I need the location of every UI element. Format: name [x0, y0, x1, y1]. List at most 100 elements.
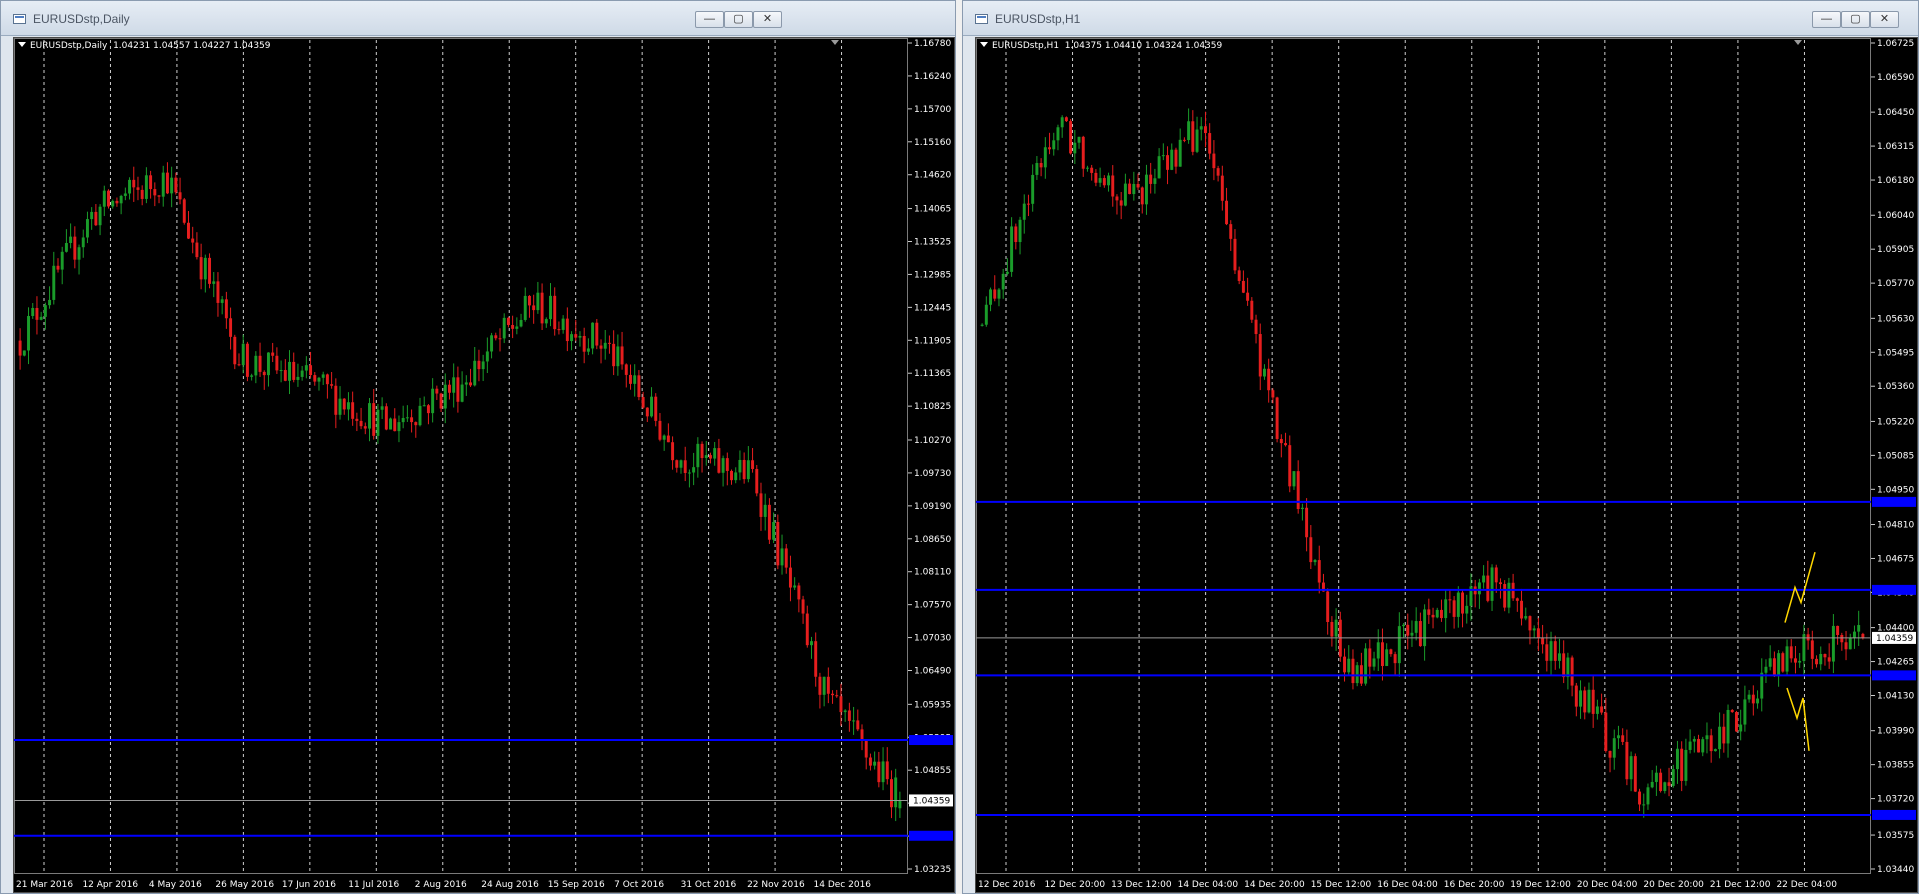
current-price-label: 1.04359: [913, 796, 950, 806]
candle-body: [536, 292, 540, 311]
candle-body: [1035, 163, 1039, 175]
price-axis-label: 1.04810: [1877, 521, 1914, 531]
close-button[interactable]: ✕: [1870, 11, 1899, 28]
price-chart[interactable]: 12 Dec 2016 12 Dec 20:00 13 Dec 12:00 14 De…: [975, 37, 1918, 893]
level-price-tag: [1872, 670, 1916, 681]
price-axis-label: 1.12985: [914, 270, 951, 280]
maximize-button[interactable]: ▢: [1841, 11, 1870, 28]
price-axis-label: 1.03440: [1877, 865, 1914, 875]
time-axis-label: 20 Dec 04:00: [1577, 880, 1638, 890]
candle-body: [342, 398, 346, 410]
candle-body: [43, 305, 47, 317]
price-chart[interactable]: 21 Mar 2016 12 Apr 2016 4 May 2016 26 May 2…: [13, 37, 955, 893]
candle-body: [780, 548, 784, 566]
candle-body: [60, 251, 64, 270]
candle-body: [1085, 167, 1089, 169]
candle-body: [1031, 174, 1035, 204]
candle-body: [1494, 567, 1498, 583]
price-axis-label: 1.14065: [914, 205, 951, 215]
candle-body: [898, 800, 902, 809]
price-axis-label: 1.03235: [914, 865, 951, 875]
candle-body: [405, 417, 409, 419]
candle-body: [351, 402, 355, 419]
candle-body: [153, 189, 157, 196]
candle-body: [511, 325, 515, 329]
candle-body: [1317, 560, 1321, 583]
candle-body: [208, 257, 212, 284]
candle-body: [317, 377, 321, 382]
candle-body: [52, 265, 56, 300]
chart-menu-triangle-icon[interactable]: [980, 42, 988, 47]
candle-body: [1347, 658, 1351, 673]
candle-body: [989, 289, 993, 305]
candle-body: [1549, 641, 1553, 661]
title-bar[interactable]: EURUSDstp,Daily — ▢ ✕: [1, 1, 955, 36]
candle-body: [1098, 178, 1102, 183]
candle-body: [1043, 147, 1047, 168]
minimize-button[interactable]: —: [695, 11, 724, 28]
minimize-button[interactable]: —: [1812, 11, 1841, 28]
candle-body: [178, 192, 182, 200]
time-axis-label: 15 Dec 12:00: [1311, 880, 1372, 890]
candle-body: [1612, 738, 1616, 758]
chart-menu-triangle-icon[interactable]: [18, 42, 26, 47]
close-button[interactable]: ✕: [753, 11, 782, 28]
title-bar[interactable]: EURUSDstp,H1 — ▢ ✕: [963, 1, 1918, 36]
candle-body: [658, 420, 662, 440]
candle-body: [1461, 592, 1465, 614]
candle-body: [452, 377, 456, 393]
candle-body: [321, 374, 325, 378]
time-axis-label: 15 Sep 2016: [548, 880, 605, 890]
price-axis-label: 1.05905: [1877, 245, 1914, 255]
level-price-tag: [909, 735, 953, 746]
candle-body: [1566, 657, 1570, 678]
candle-body: [1680, 748, 1684, 781]
candle-body: [814, 641, 818, 677]
candlestick-chart: 21 Mar 2016 12 Apr 2016 4 May 2016 26 May 2…: [14, 38, 953, 890]
candle-body: [1718, 726, 1722, 750]
candle-body: [671, 442, 675, 461]
candle-body: [1444, 599, 1448, 619]
time-axis-label: 13 Dec 12:00: [1111, 880, 1172, 890]
candle-body: [64, 243, 68, 252]
candle-body: [372, 403, 376, 436]
candle-body: [490, 335, 494, 352]
price-axis-label: 1.03720: [1877, 795, 1914, 805]
candle-body: [35, 307, 39, 320]
time-axis-label: 26 May 2016: [215, 880, 274, 890]
candle-body: [1730, 709, 1734, 713]
candle-body: [679, 460, 683, 468]
candle-body: [250, 375, 254, 377]
candle-body: [725, 458, 729, 471]
candle-body: [586, 348, 590, 352]
candle-body: [1393, 654, 1397, 664]
chart-window-daily[interactable]: EURUSDstp,Daily — ▢ ✕ 21 Mar 2016 12 Apr …: [0, 0, 956, 894]
candle-body: [1431, 614, 1435, 618]
candle-body: [565, 318, 569, 342]
candle-body: [1372, 658, 1376, 667]
candle-body: [1296, 471, 1300, 509]
candle-body: [654, 396, 658, 421]
candle-body: [309, 365, 313, 376]
candle-body: [22, 350, 26, 356]
candle-body: [1688, 741, 1692, 750]
candle-body: [1857, 625, 1861, 632]
candle-body: [1507, 582, 1511, 608]
candle-body: [443, 384, 447, 409]
price-axis-label: 1.13525: [914, 237, 951, 247]
candle-body: [1136, 183, 1140, 188]
candle-body: [1616, 735, 1620, 739]
candle-body: [1692, 738, 1696, 742]
candle-body: [1743, 699, 1747, 725]
maximize-button[interactable]: ▢: [724, 11, 753, 28]
chart-window-h1[interactable]: EURUSDstp,H1 — ▢ ✕ 12 Dec 2016 12 Dec 20:…: [962, 0, 1919, 894]
candle-body: [578, 335, 582, 338]
price-axis-label: 1.15700: [914, 105, 951, 115]
price-axis-label: 1.05360: [1877, 382, 1914, 392]
candle-body: [1195, 129, 1199, 152]
candle-body: [1591, 689, 1595, 714]
candle-body: [1831, 625, 1835, 662]
candle-body: [1587, 689, 1591, 713]
candle-body: [426, 405, 430, 414]
time-axis-label: 21 Dec 12:00: [1710, 880, 1771, 890]
